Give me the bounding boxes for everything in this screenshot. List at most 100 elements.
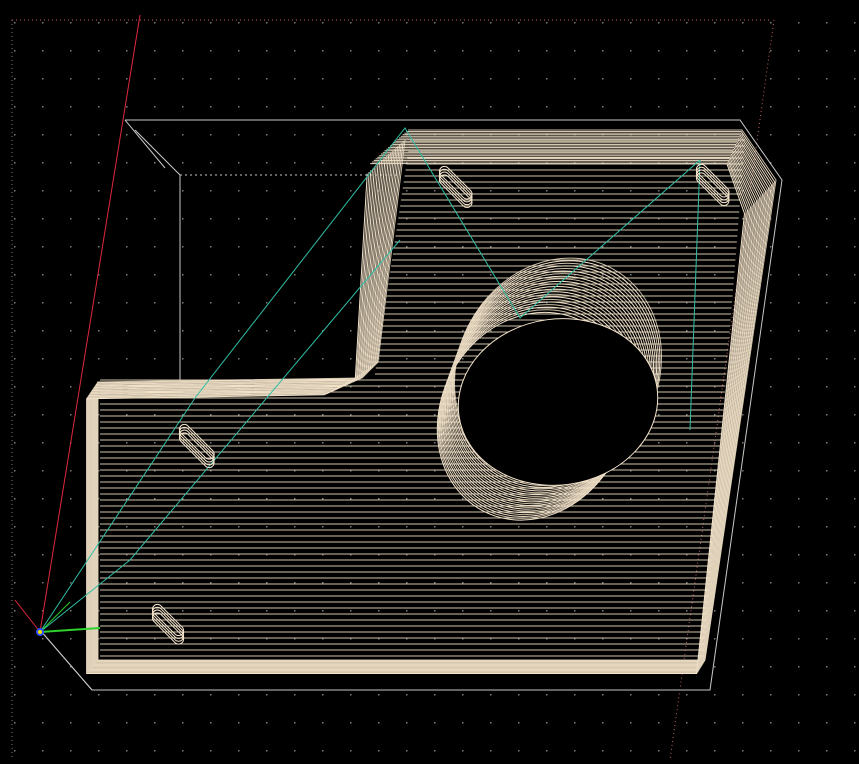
grid-dot — [378, 722, 380, 724]
grid-dot — [350, 358, 352, 360]
grid-dot — [742, 50, 744, 52]
grid-dot — [546, 246, 548, 248]
grid-dot — [126, 106, 128, 108]
grid-dot — [854, 722, 856, 724]
grid-dot — [854, 190, 856, 192]
grid-dot — [98, 162, 100, 164]
grid-dot — [294, 750, 296, 752]
grid-dot — [854, 78, 856, 80]
grid-dot — [238, 190, 240, 192]
grid-dot — [378, 582, 380, 584]
grid-dot — [238, 610, 240, 612]
grid-dot — [518, 694, 520, 696]
grid-dot — [770, 414, 772, 416]
grid-dot — [14, 386, 16, 388]
grid-dot — [714, 50, 716, 52]
grid-dot — [294, 22, 296, 24]
grid-dot — [546, 722, 548, 724]
grid-dot — [462, 750, 464, 752]
grid-dot — [70, 722, 72, 724]
grid-dot — [770, 274, 772, 276]
grid-dot — [210, 330, 212, 332]
grid-dot — [350, 694, 352, 696]
grid-dot — [434, 190, 436, 192]
grid-dot — [434, 106, 436, 108]
grid-dot — [826, 526, 828, 528]
grid-dot — [322, 162, 324, 164]
grid-dot — [630, 22, 632, 24]
grid-dot — [770, 498, 772, 500]
grid-dot — [322, 694, 324, 696]
grid-dot — [70, 750, 72, 752]
grid-dot — [350, 526, 352, 528]
grid-dot — [70, 302, 72, 304]
grid-dot — [210, 750, 212, 752]
grid-dot — [770, 330, 772, 332]
grid-dot — [546, 78, 548, 80]
grid-dot — [14, 582, 16, 584]
grid-dot — [490, 106, 492, 108]
grid-dot — [630, 498, 632, 500]
grid-dot — [630, 274, 632, 276]
toolpath-scene[interactable] — [0, 0, 859, 764]
grid-dot — [798, 526, 800, 528]
grid-dot — [686, 750, 688, 752]
grid-dot — [238, 442, 240, 444]
grid-dot — [210, 722, 212, 724]
grid-dot — [294, 610, 296, 612]
grid-dot — [154, 722, 156, 724]
grid-dot — [826, 274, 828, 276]
grid-dot — [798, 722, 800, 724]
grid-dot — [14, 218, 16, 220]
grid-dot — [742, 498, 744, 500]
grid-dot — [742, 694, 744, 696]
grid-dot — [406, 582, 408, 584]
grid-dot — [434, 246, 436, 248]
cam-3d-viewport[interactable] — [0, 0, 859, 764]
grid-dot — [266, 274, 268, 276]
grid-dot — [70, 162, 72, 164]
grid-dot — [742, 638, 744, 640]
grid-dot — [546, 750, 548, 752]
grid-dot — [378, 610, 380, 612]
grid-dot — [42, 582, 44, 584]
grid-dot — [854, 106, 856, 108]
grid-dot — [798, 50, 800, 52]
grid-dot — [238, 414, 240, 416]
grid-dot — [686, 190, 688, 192]
grid-dot — [70, 582, 72, 584]
grid-dot — [574, 610, 576, 612]
grid-dot — [322, 218, 324, 220]
grid-dot — [350, 134, 352, 136]
grid-dot — [798, 638, 800, 640]
grid-dot — [266, 694, 268, 696]
grid-dot — [266, 106, 268, 108]
grid-dot — [294, 526, 296, 528]
grid-dot — [490, 722, 492, 724]
grid-dot — [770, 694, 772, 696]
grid-dot — [238, 582, 240, 584]
grid-dot — [126, 498, 128, 500]
grid-dot — [602, 610, 604, 612]
grid-dot — [154, 50, 156, 52]
grid-dot — [686, 50, 688, 52]
grid-dot — [182, 134, 184, 136]
grid-dot — [602, 750, 604, 752]
grid-dot — [266, 302, 268, 304]
grid-dot — [798, 274, 800, 276]
grid-dot — [210, 694, 212, 696]
grid-dot — [658, 442, 660, 444]
grid-dot — [266, 218, 268, 220]
grid-dot — [98, 78, 100, 80]
grid-dot — [826, 610, 828, 612]
grid-dot — [350, 78, 352, 80]
grid-dot — [770, 666, 772, 668]
grid-dot — [98, 106, 100, 108]
grid-dot — [322, 134, 324, 136]
grid-dot — [686, 610, 688, 612]
grid-dot — [406, 610, 408, 612]
grid-dot — [770, 358, 772, 360]
grid-dot — [266, 246, 268, 248]
grid-dot — [70, 134, 72, 136]
grid-dot — [350, 218, 352, 220]
